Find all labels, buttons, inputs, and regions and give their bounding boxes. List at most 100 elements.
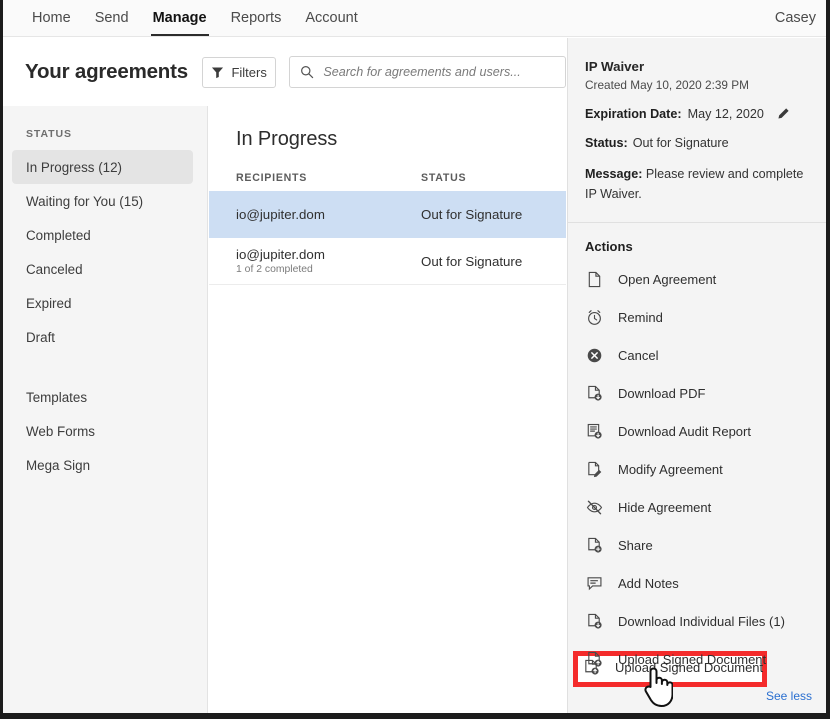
- document-share-icon: [585, 536, 604, 555]
- sidebar-item-label: Waiting for You (15): [26, 194, 143, 209]
- nav-item-manage[interactable]: Manage: [141, 0, 219, 36]
- sidebar-section-label: STATUS: [3, 122, 207, 150]
- sidebar-item-label: Draft: [26, 330, 55, 345]
- nav-item-home[interactable]: Home: [20, 0, 83, 36]
- eye-slash-icon: [585, 498, 604, 517]
- action-label: Add Notes: [618, 576, 679, 591]
- sidebar-item-label: Templates: [26, 390, 87, 405]
- action-label: Hide Agreement: [618, 500, 711, 515]
- row-recipient: io@jupiter.dom: [236, 207, 421, 222]
- sidebar-item-waiting-for-you[interactable]: Waiting for You (15): [12, 184, 193, 218]
- sidebar-item-mega-sign[interactable]: Mega Sign: [12, 448, 193, 482]
- action-upload-signed-document-highlighted[interactable]: Upload Signed Document: [582, 658, 763, 677]
- user-name: Casey: [775, 10, 816, 26]
- nav-label: Reports: [231, 10, 282, 26]
- funnel-icon: [211, 66, 224, 79]
- nav-label: Account: [305, 10, 357, 26]
- search-box[interactable]: [289, 56, 566, 88]
- cancel-circle-x-icon: [585, 346, 604, 365]
- table-row[interactable]: io@jupiter.dom 1 of 2 completed Out for …: [209, 238, 566, 285]
- document-icon: [585, 270, 604, 289]
- document-download-icon: [585, 384, 604, 403]
- agreement-details-panel: IP Waiver Created May 10, 2020 2:39 PM E…: [567, 38, 826, 713]
- sidebar-item-web-forms[interactable]: Web Forms: [12, 414, 193, 448]
- page-title: Your agreements: [25, 60, 188, 84]
- nav-item-reports[interactable]: Reports: [219, 0, 294, 36]
- row-status: Out for Signature: [421, 254, 522, 269]
- action-download-audit-report[interactable]: Download Audit Report: [568, 412, 826, 450]
- action-open-agreement[interactable]: Open Agreement: [568, 260, 826, 298]
- action-label: Share: [618, 538, 653, 553]
- speech-bubble-icon: [585, 574, 604, 593]
- sidebar-item-in-progress[interactable]: In Progress (12): [12, 150, 193, 184]
- agreements-header: Your agreements Filters: [3, 38, 566, 106]
- nav-label: Send: [95, 10, 129, 26]
- app-window: Home Send Manage Reports Account Casey Y…: [0, 0, 830, 719]
- message-label: Message:: [585, 167, 642, 181]
- action-add-notes[interactable]: Add Notes: [568, 564, 826, 602]
- nav-items: Home Send Manage Reports Account: [3, 0, 370, 36]
- status-sidebar: STATUS In Progress (12) Waiting for You …: [3, 106, 208, 713]
- pencil-icon[interactable]: [776, 107, 790, 121]
- expiration-date-row: Expiration Date: May 12, 2020: [585, 107, 810, 121]
- action-remind[interactable]: Remind: [568, 298, 826, 336]
- action-label: Modify Agreement: [618, 462, 723, 477]
- agreement-created: Created May 10, 2020 2:39 PM: [585, 78, 810, 92]
- sidebar-item-label: Completed: [26, 228, 91, 243]
- sidebar-item-completed[interactable]: Completed: [12, 218, 193, 252]
- recipient-email: io@jupiter.dom: [236, 207, 421, 222]
- status-label: Status:: [585, 136, 628, 150]
- column-header-recipients: RECIPIENTS: [236, 172, 421, 184]
- message-row: Message: Please review and complete IP W…: [585, 165, 810, 204]
- sidebar-divider-gap: [3, 354, 207, 380]
- sidebar-item-expired[interactable]: Expired: [12, 286, 193, 320]
- expiration-value: May 12, 2020: [688, 107, 764, 121]
- sidebar-item-draft[interactable]: Draft: [12, 320, 193, 354]
- nav-label: Manage: [153, 10, 207, 26]
- column-header-status: STATUS: [421, 172, 466, 184]
- action-label: Remind: [618, 310, 663, 325]
- see-less-link[interactable]: See less: [766, 689, 812, 703]
- list-title: In Progress: [209, 106, 566, 151]
- nav-item-account[interactable]: Account: [293, 0, 369, 36]
- search-icon: [300, 65, 314, 79]
- user-menu[interactable]: Casey: [775, 0, 816, 36]
- action-download-pdf[interactable]: Download PDF: [568, 374, 826, 412]
- action-label: Download Audit Report: [618, 424, 751, 439]
- sidebar-item-label: Canceled: [26, 262, 83, 277]
- filters-button[interactable]: Filters: [202, 57, 276, 88]
- search-input[interactable]: [323, 65, 555, 79]
- action-cancel[interactable]: Cancel: [568, 336, 826, 374]
- details-summary: IP Waiver Created May 10, 2020 2:39 PM E…: [568, 38, 826, 204]
- recipient-email: io@jupiter.dom: [236, 247, 421, 262]
- sidebar-item-templates[interactable]: Templates: [12, 380, 193, 414]
- row-recipient: io@jupiter.dom 1 of 2 completed: [236, 247, 421, 275]
- action-label: Open Agreement: [618, 272, 716, 287]
- action-label: Upload Signed Document: [615, 660, 763, 675]
- nav-label: Home: [32, 10, 71, 26]
- table-row[interactable]: io@jupiter.dom Out for Signature: [209, 191, 566, 238]
- action-label: Cancel: [618, 348, 658, 363]
- action-label: Download PDF: [618, 386, 705, 401]
- sidebar-item-label: Expired: [26, 296, 71, 311]
- document-download-icon: [585, 612, 604, 631]
- action-label: Download Individual Files (1): [618, 614, 785, 629]
- sidebar-item-label: Mega Sign: [26, 458, 90, 473]
- top-navigation-bar: Home Send Manage Reports Account Casey: [3, 0, 826, 37]
- document-edit-icon: [585, 460, 604, 479]
- nav-item-send[interactable]: Send: [83, 0, 141, 36]
- sidebar-item-canceled[interactable]: Canceled: [12, 252, 193, 286]
- report-download-icon: [585, 422, 604, 441]
- agreement-title: IP Waiver: [585, 59, 810, 74]
- action-modify-agreement[interactable]: Modify Agreement: [568, 450, 826, 488]
- alarm-clock-icon: [585, 308, 604, 327]
- action-share[interactable]: Share: [568, 526, 826, 564]
- status-row: Status: Out for Signature: [585, 136, 810, 150]
- list-column-headers: RECIPIENTS STATUS: [209, 151, 566, 191]
- action-download-individual-files[interactable]: Download Individual Files (1): [568, 602, 826, 640]
- filters-label: Filters: [231, 65, 266, 80]
- action-hide-agreement[interactable]: Hide Agreement: [568, 488, 826, 526]
- status-value: Out for Signature: [633, 136, 729, 150]
- recipient-progress: 1 of 2 completed: [236, 264, 421, 275]
- sidebar-item-label: In Progress (12): [26, 160, 122, 175]
